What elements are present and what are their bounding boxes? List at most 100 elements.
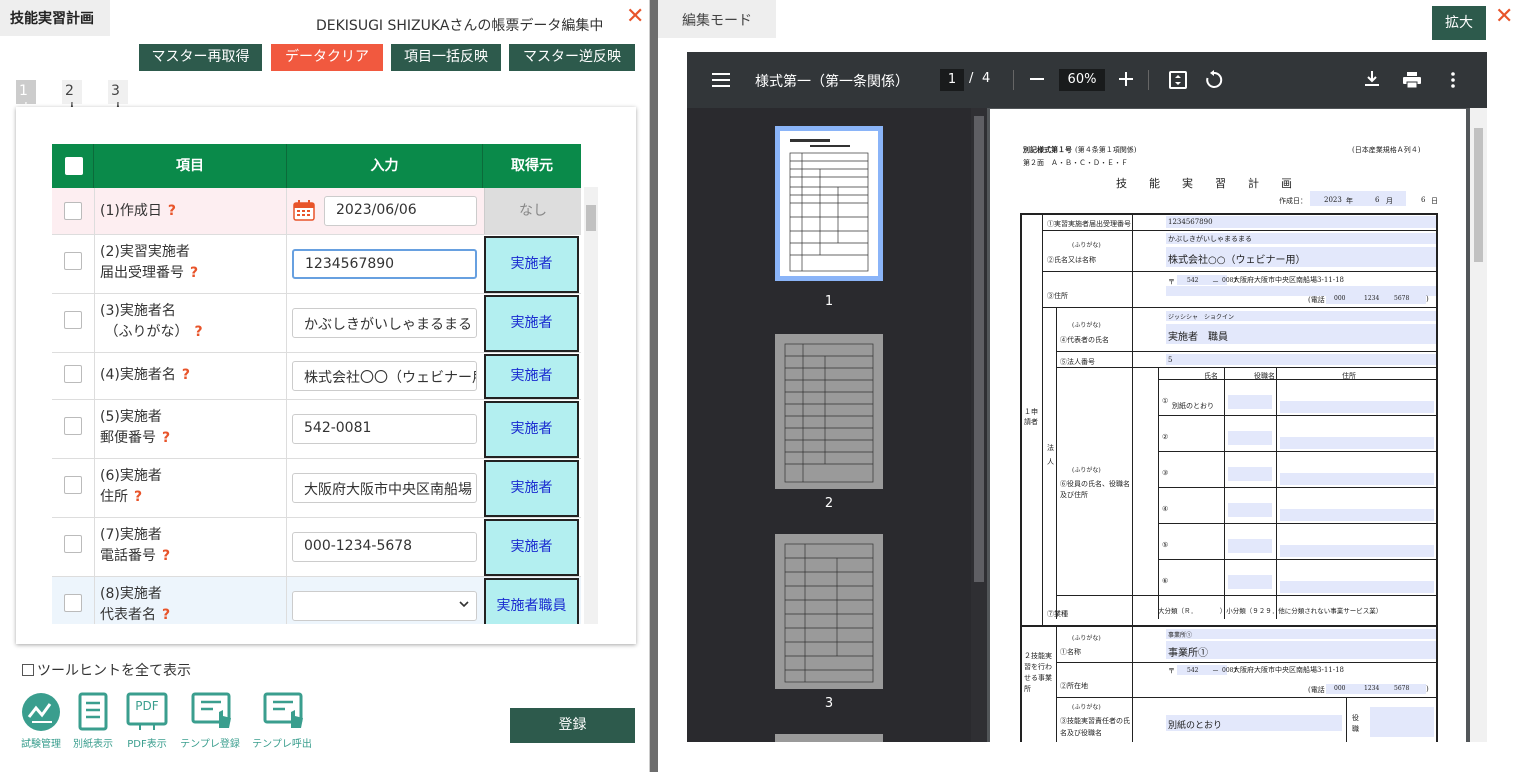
register-button[interactable]: 登録 (510, 708, 635, 743)
row-checkbox[interactable] (64, 365, 82, 383)
doc-r7-value: 大分類（Ｒ． ）小分類（９２９．他に分類されない事業サービス業） (1158, 607, 1383, 615)
menu-icon[interactable] (712, 72, 730, 92)
scroll-thumb[interactable] (974, 116, 984, 582)
help-icon[interactable]: ? (182, 367, 190, 383)
rotate-icon[interactable] (1204, 70, 1224, 94)
doc-field (1370, 707, 1434, 737)
address-input[interactable]: 大阪府大阪市中央区南船場 (292, 473, 477, 503)
table-row: (6)実施者 住所? 大阪府大阪市中央区南船場 実施者 (52, 459, 581, 518)
expand-button[interactable]: 拡大 (1432, 6, 1486, 40)
show-attachment-button[interactable]: 別紙表示 (70, 692, 116, 750)
doc-title: 技 能 実 習 計 画 (1116, 177, 1292, 190)
source-cell[interactable]: 実施者職員 (484, 578, 579, 624)
company-name-input[interactable]: 株式会社〇〇（ウェビナー用） (292, 361, 477, 391)
zoom-level[interactable]: 60% (1059, 69, 1105, 91)
doc-s3-label: ③技能実習責任者の氏名及び役職名 (1060, 717, 1130, 737)
zoom-out-icon[interactable] (1030, 78, 1044, 80)
doc-phone-b: 1234 (1364, 685, 1380, 692)
rule (1020, 213, 1022, 742)
more-icon[interactable] (1451, 72, 1455, 92)
date-input[interactable]: 2023/06/06 (324, 196, 477, 226)
help-icon[interactable]: ? (134, 489, 142, 505)
edit-mode-tab[interactable]: 編集モード (658, 0, 776, 38)
table-row: (7)実施者 電話番号? 000-1234-5678 実施者 (52, 518, 581, 577)
table-row: (4)実施者名? 株式会社〇〇（ウェビナー用） 実施者 (52, 353, 581, 400)
doc-postal-mark: 〒 (1168, 667, 1175, 675)
header-source: 取得元 (511, 158, 553, 174)
row-checkbox[interactable] (64, 202, 82, 220)
download-icon[interactable] (1365, 71, 1379, 91)
tab-person-3[interactable]: 3人目 (108, 80, 128, 138)
page-thumbnail-3[interactable] (775, 534, 883, 689)
company-kana-input[interactable]: かぶしきがいしゃまるまる (292, 308, 477, 338)
close-icon[interactable]: ✕ (626, 6, 644, 28)
zoom-in-icon[interactable] (1119, 72, 1133, 90)
header-item: 項目 (94, 144, 287, 188)
rule (1042, 213, 1043, 625)
doc-address: 大阪府大阪市中央区南船場3-11-18 (1233, 276, 1344, 284)
close-icon[interactable]: ✕ (1495, 6, 1513, 28)
row-checkbox[interactable] (64, 311, 82, 329)
page-number-input[interactable]: 1 (940, 69, 964, 91)
bulk-apply-button[interactable]: 項目一括反映 (391, 44, 501, 71)
source-cell[interactable]: 実施者 (484, 236, 579, 293)
postal-code-input[interactable]: 542-0081 (292, 414, 477, 444)
doc-r7-label: ⑦業種 (1047, 610, 1068, 618)
help-icon[interactable]: ? (168, 203, 176, 219)
row-checkbox[interactable] (64, 252, 82, 270)
reverse-apply-button[interactable]: マスター逆反映 (509, 44, 635, 71)
select-all-checkbox[interactable] (65, 157, 83, 175)
row-checkbox[interactable] (64, 594, 82, 612)
row-checkbox[interactable] (64, 535, 82, 553)
tab-person-2[interactable]: 2人目 (62, 80, 82, 138)
doc-r4-label: ④代表者の氏名 (1060, 336, 1109, 344)
template-register-button[interactable]: テンプレ登録 (178, 692, 242, 750)
document-icon (72, 692, 114, 732)
tooltip-toggle[interactable]: ツールヒントを全て表示 (22, 660, 191, 680)
source-cell[interactable]: 実施者 (484, 460, 579, 517)
doc-furigana: (ふりがな) (1072, 242, 1101, 249)
page-thumbnail-1[interactable] (775, 126, 883, 281)
print-icon[interactable] (1403, 72, 1421, 92)
doc-corp-side: 法人 (1047, 444, 1054, 466)
help-icon[interactable]: ? (162, 548, 170, 564)
fit-page-icon[interactable] (1169, 71, 1187, 93)
tooltip-checkbox[interactable] (22, 664, 34, 676)
refetch-master-button[interactable]: マスター再取得 (139, 44, 262, 71)
row-checkbox[interactable] (64, 417, 82, 435)
page-thumbnail-4[interactable] (775, 734, 883, 742)
row-checkbox[interactable] (64, 476, 82, 494)
help-icon[interactable]: ? (162, 430, 170, 446)
scroll-thumb[interactable] (586, 205, 596, 231)
page-thumbnail-2[interactable] (775, 334, 883, 489)
source-cell[interactable]: 実施者 (484, 354, 579, 399)
page-scrollbar[interactable] (1470, 108, 1487, 742)
sidebar-scrollbar[interactable] (971, 108, 987, 742)
tab-person-1[interactable]: 1人目 (16, 80, 36, 138)
template-call-button[interactable]: テンプレ呼出 (250, 692, 314, 750)
table-scrollbar[interactable] (584, 187, 598, 624)
doc-r1-value: 1234567890 (1168, 218, 1213, 226)
table-header: 項目 入力 取得元 (52, 144, 581, 188)
row-label: (4)実施者名? (100, 367, 190, 383)
pdf-toolbar: 様式第一（第一条関係） 1 / 4 60% (687, 52, 1487, 108)
clear-data-button[interactable]: データクリア (271, 44, 383, 71)
source-cell[interactable]: 実施者 (484, 295, 579, 352)
source-cell[interactable]: 実施者 (484, 519, 579, 576)
doc-field (1280, 581, 1434, 593)
rule (1056, 307, 1057, 619)
representative-select[interactable] (292, 591, 477, 621)
registration-number-input[interactable]: 1234567890 (292, 249, 477, 279)
doc-r4-value: 実施者 職員 (1168, 332, 1228, 343)
help-icon[interactable]: ? (190, 265, 198, 281)
show-pdf-button[interactable]: PDF PDF表示 (122, 692, 172, 750)
calendar-icon[interactable] (293, 200, 315, 221)
source-cell[interactable]: 実施者 (484, 401, 579, 458)
exam-management-button[interactable]: 試験管理 (18, 692, 64, 750)
help-icon[interactable]: ? (162, 607, 170, 623)
divider (1148, 70, 1149, 90)
phone-input[interactable]: 000-1234-5678 (292, 532, 477, 562)
scroll-thumb[interactable] (1474, 128, 1483, 262)
help-icon[interactable]: ? (194, 324, 202, 340)
doc-s1-value: 事業所① (1168, 648, 1208, 659)
